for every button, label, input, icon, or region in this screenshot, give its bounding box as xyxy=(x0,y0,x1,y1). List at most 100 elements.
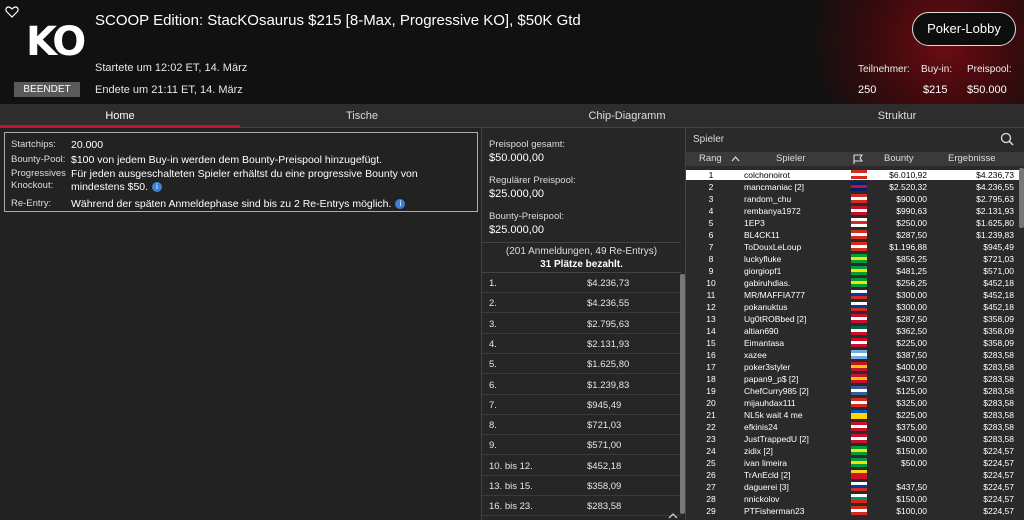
prize-row: 6. $1.239,83 xyxy=(482,375,681,395)
country-flag-icon xyxy=(851,206,867,215)
player-row[interactable]: 17 poker3styler $400,00 $283,58 xyxy=(686,362,1020,372)
results-header[interactable]: Ergebnisse xyxy=(948,153,996,164)
player-name: ToDouxLeLoup xyxy=(744,242,802,252)
player-row[interactable]: 25 ivan limeira $50,00 $224,57 xyxy=(686,458,1020,468)
player-name: poker3styler xyxy=(744,362,791,372)
players-scrollbar[interactable] xyxy=(1019,168,1024,228)
player-name: papan9_p$ [2] xyxy=(744,374,799,384)
player-result: $283,58 xyxy=(983,422,1014,432)
player-row[interactable]: 24 zidix [2] $150,00 $224,57 xyxy=(686,446,1020,456)
prize-amount: $571,00 xyxy=(587,440,622,452)
prize-row: 24. bis 31.$224,57 xyxy=(482,517,681,520)
player-rank: 9 xyxy=(708,266,714,276)
player-row[interactable]: 28 nnickolov $150,00 $224,57 xyxy=(686,494,1020,504)
player-result: $1.625,80 xyxy=(976,218,1014,228)
tab-structure[interactable]: Struktur xyxy=(782,104,1012,128)
player-bounty: $481,25 xyxy=(896,266,927,276)
flag-header-icon[interactable] xyxy=(852,154,864,165)
tournament-header: KO BEENDET SCOOP Edition: StacKOsaurus $… xyxy=(0,0,1024,104)
regular-prizepool-label: Regulärer Preispool: xyxy=(489,175,576,186)
country-flag-icon xyxy=(851,446,867,455)
player-row[interactable]: 22 efkinis24 $375,00 $283,58 xyxy=(686,422,1020,432)
player-row[interactable]: 14 altian690 $362,50 $358,09 xyxy=(686,326,1020,336)
prize-place: 9. xyxy=(489,440,497,452)
player-row[interactable]: 3 random_chu $900,00 $2.795,63 xyxy=(686,194,1020,204)
player-result: $1.239,83 xyxy=(976,230,1014,240)
player-row[interactable]: 19 ChefCurry985 [2] $125,00 $283,58 xyxy=(686,386,1020,396)
player-result: $721,03 xyxy=(983,254,1014,264)
favorite-heart-icon[interactable] xyxy=(5,5,19,19)
ko-logo: KO xyxy=(26,19,86,65)
player-row[interactable]: 10 gabiruhdias. $256,25 $452,18 xyxy=(686,278,1020,288)
player-name: zidix [2] xyxy=(744,446,773,456)
country-flag-icon xyxy=(851,278,867,287)
player-row[interactable]: 27 daguerei [3] $437,50 $224,57 xyxy=(686,482,1020,492)
player-row[interactable]: 18 papan9_p$ [2] $437,50 $283,58 xyxy=(686,374,1020,384)
poker-lobby-button[interactable]: Poker-Lobby xyxy=(912,12,1016,46)
player-row[interactable]: 23 JustTrappedU [2] $400,00 $283,58 xyxy=(686,434,1020,444)
info-icon[interactable]: i xyxy=(152,182,163,193)
player-rank: 22 xyxy=(706,422,716,432)
tab-tables[interactable]: Tische xyxy=(242,104,482,128)
player-row[interactable]: 11 MR/MAFFIA777 $300,00 $452,18 xyxy=(686,290,1020,300)
info-label-reentry: Re-Entry: xyxy=(11,198,52,209)
prize-amount: $452,18 xyxy=(587,460,622,472)
player-name: giorgiopf1 xyxy=(744,266,782,276)
prize-amount: $721,03 xyxy=(587,420,622,432)
player-row[interactable]: 12 pokanuktus $300,00 $452,18 xyxy=(686,302,1020,312)
player-row[interactable]: 26 TrAnEcld [2] $224,57 xyxy=(686,470,1020,480)
country-flag-icon xyxy=(851,302,867,311)
player-name: altian690 xyxy=(744,326,779,336)
player-header[interactable]: Spieler xyxy=(776,153,806,164)
scroll-up-icon[interactable] xyxy=(668,512,678,520)
player-row[interactable]: 29 PTFisherman23 $100,00 $224,57 xyxy=(686,506,1020,516)
player-bounty: $300,00 xyxy=(896,290,927,300)
player-row[interactable]: 13 Ug0tROBbed [2] $287,50 $358,09 xyxy=(686,314,1020,324)
rank-header[interactable]: Rang xyxy=(699,153,722,164)
player-result: $4.236,73 xyxy=(976,170,1014,180)
player-row[interactable]: 15 Eimantasa $225,00 $358,09 xyxy=(686,338,1020,348)
player-rank: 14 xyxy=(706,326,716,336)
prize-scrollbar[interactable] xyxy=(680,274,685,514)
player-name: ChefCurry985 [2] xyxy=(744,386,809,396)
sort-up-icon[interactable] xyxy=(731,156,740,162)
player-row[interactable]: 9 giorgiopf1 $481,25 $571,00 xyxy=(686,266,1020,276)
prize-row: 8. $721,03 xyxy=(482,415,681,436)
players-panel: Spieler Rang Spieler Bounty Ergebnisse 1… xyxy=(686,128,1024,520)
info-icon[interactable]: i xyxy=(395,199,406,210)
tab-chip-chart[interactable]: Chip-Diagramm xyxy=(512,104,742,128)
player-row[interactable]: 16 xazee $387,50 $283,58 xyxy=(686,350,1020,360)
prize-row: 7. $945,49 xyxy=(482,395,681,415)
player-result: $224,57 xyxy=(983,482,1014,492)
players-search-label[interactable]: Spieler xyxy=(693,134,724,145)
player-row[interactable]: 5 1EP3 $250,00 $1.625,80 xyxy=(686,218,1020,228)
player-result: $224,57 xyxy=(983,494,1014,504)
player-bounty: $150,00 xyxy=(896,446,927,456)
player-row[interactable]: 6 BL4CK11 $287,50 $1.239,83 xyxy=(686,230,1020,240)
player-name: MR/MAFFIA777 xyxy=(744,290,805,300)
player-bounty: $437,50 xyxy=(896,482,927,492)
player-result: $283,58 xyxy=(983,410,1014,420)
player-row[interactable]: 1 colchonoirot $6.010,92 $4.236,73 xyxy=(686,170,1020,180)
bounty-header[interactable]: Bounty xyxy=(884,153,914,164)
player-bounty: $256,25 xyxy=(896,278,927,288)
player-bounty: $100,00 xyxy=(896,506,927,516)
player-bounty: $900,00 xyxy=(896,194,927,204)
player-rank: 21 xyxy=(706,410,716,420)
player-row[interactable]: 21 NL5k wait 4 me $225,00 $283,58 xyxy=(686,410,1020,420)
country-flag-icon xyxy=(851,350,867,359)
prize-amount: $1.239,83 xyxy=(587,379,630,391)
player-row[interactable]: 20 mijauhdax111 $325,00 $283,58 xyxy=(686,398,1020,408)
player-row[interactable]: 8 luckyfluke $856,25 $721,03 xyxy=(686,254,1020,264)
prize-row: 10. bis 12. $452,18 xyxy=(482,456,681,476)
player-row[interactable]: 2 mancmaniac [2] $2.520,32 $4.236,55 xyxy=(686,182,1020,192)
player-row[interactable]: 7 ToDouxLeLoup $1.196,88 $945,49 xyxy=(686,242,1020,252)
info-label-progressive-ko: Progressives Knockout: xyxy=(11,168,66,191)
player-bounty: $362,50 xyxy=(896,326,927,336)
player-row[interactable]: 4 rembanya1972 $990,63 $2.131,93 xyxy=(686,206,1020,216)
prize-amount: $2.795,63 xyxy=(587,318,630,330)
player-name: ivan limeira xyxy=(744,458,787,468)
player-result: $452,18 xyxy=(983,278,1014,288)
search-icon[interactable] xyxy=(1000,132,1014,146)
country-flag-icon xyxy=(851,458,867,467)
